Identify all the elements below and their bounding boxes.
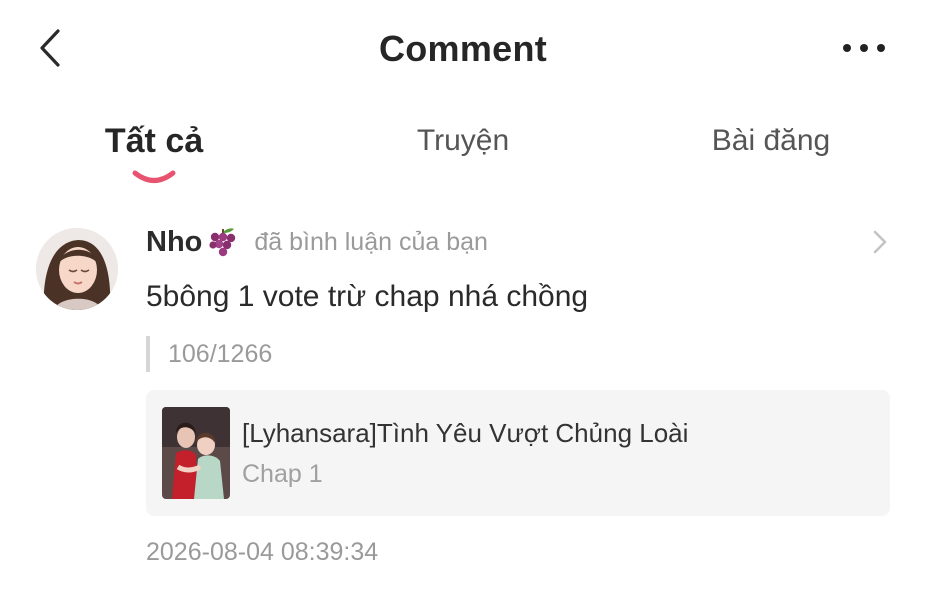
- quoted-comment: 106/1266: [146, 336, 272, 372]
- quoted-text: 106/1266: [168, 339, 273, 368]
- top-bar: Comment: [0, 0, 926, 100]
- comment-header: Nho đã bình luận của bạn: [146, 222, 488, 262]
- action-text: đã bình luận của bạn: [254, 227, 488, 256]
- active-tab-indicator: [132, 170, 176, 183]
- more-options-button[interactable]: [836, 30, 892, 66]
- tab-story[interactable]: Truyện: [417, 124, 509, 158]
- username[interactable]: Nho: [146, 226, 202, 259]
- story-card[interactable]: [Lyhansara]Tình Yêu Vượt Chủng Loài Chap…: [146, 390, 890, 516]
- page-title: Comment: [378, 28, 548, 69]
- story-chapter: Chap 1: [242, 460, 323, 488]
- notifications-page: Comment Tất cả Truyện Bài đăng Nho đã bì…: [0, 0, 926, 600]
- cover-image: [162, 407, 230, 499]
- grape-icon: [209, 228, 236, 257]
- story-title: [Lyhansara]Tình Yêu Vượt Chủng Loài: [242, 418, 689, 448]
- dot: [860, 44, 868, 52]
- tab-posts[interactable]: Bài đăng: [712, 124, 830, 158]
- tab-all[interactable]: Tất cả: [105, 122, 203, 161]
- dot: [843, 44, 851, 52]
- story-cover: [162, 407, 230, 499]
- avatar-photo: [36, 228, 118, 310]
- avatar[interactable]: [36, 228, 118, 310]
- timestamp: 2026-08-04 08:39:34: [146, 538, 379, 566]
- tab-bar: Tất cả Truyện Bài đăng: [0, 118, 926, 198]
- dot: [877, 44, 885, 52]
- chevron-right-icon[interactable]: [870, 228, 890, 256]
- comment-text: 5bông 1 vote trừ chap nhá chồng: [146, 280, 589, 313]
